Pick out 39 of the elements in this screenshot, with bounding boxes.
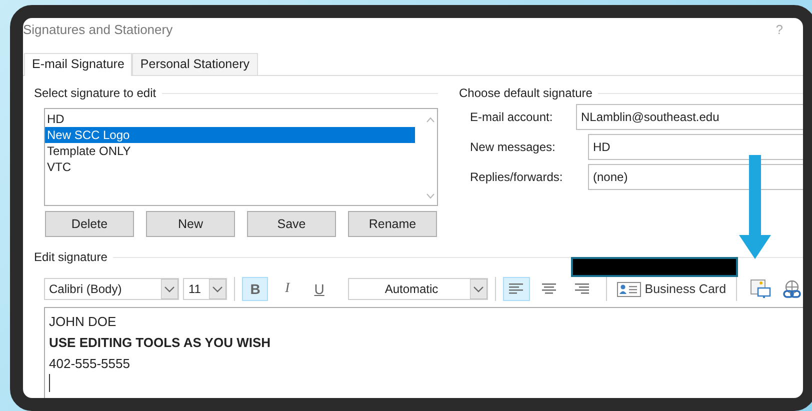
- signature-text: 402-555-5555: [49, 355, 131, 373]
- field-label: Replies/forwards:: [470, 170, 564, 184]
- field-label: E-mail account:: [470, 110, 554, 124]
- dialog-button[interactable]: Delete: [45, 211, 134, 237]
- chevron-down-icon: [470, 279, 487, 299]
- tab[interactable]: Personal Stationery: [132, 53, 258, 75]
- group-heading: Choose default signature: [459, 86, 592, 100]
- font-size-dropdown[interactable]: 11: [183, 278, 228, 300]
- signature-item[interactable]: Template ONLY: [45, 143, 423, 159]
- field-label: New messages:: [470, 140, 556, 154]
- window-title: Signatures and Stationery: [23, 22, 173, 36]
- format-button[interactable]: B: [242, 277, 268, 301]
- format-button[interactable]: I: [274, 277, 300, 301]
- dialog-button[interactable]: Rename: [348, 211, 437, 237]
- signature-editor[interactable]: JOHN DOE USE EDITING TOOLS AS YOU WISH 402-555-5555: [44, 307, 803, 398]
- dropdown-field[interactable]: NLamblin@southeast.edu: [576, 104, 803, 130]
- dialog-button[interactable]: New: [146, 211, 235, 237]
- business-card-button[interactable]: Business Card: [614, 282, 730, 296]
- signature-item[interactable]: New SCC Logo: [45, 127, 415, 143]
- hyperlink-icon[interactable]: [781, 279, 803, 299]
- signature-list[interactable]: HD New SCC Logo Template ONLY VTC: [44, 108, 438, 206]
- dialog-button[interactable]: Save: [247, 211, 336, 237]
- font-dropdown[interactable]: Calibri (Body): [44, 278, 180, 300]
- group-heading: Select signature to edit: [34, 86, 156, 100]
- group-heading: Edit signature: [34, 250, 108, 264]
- dropdown-field[interactable]: HD: [588, 134, 803, 160]
- signature-item[interactable]: VTC: [45, 159, 423, 175]
- format-button[interactable]: U: [306, 277, 332, 301]
- font-color-dropdown[interactable]: Automatic: [348, 278, 488, 300]
- tab[interactable]: E-mail Signature: [24, 53, 132, 76]
- signature-text: USE EDITING TOOLS AS YOU WISH: [49, 334, 272, 352]
- chevron-down-icon: [161, 279, 178, 299]
- signature-item[interactable]: HD: [45, 111, 423, 127]
- align-left-icon[interactable]: [502, 277, 530, 301]
- signature-text: JOHN DOE: [49, 313, 118, 331]
- insert-picture-icon[interactable]: [750, 279, 772, 299]
- contact-card-icon: [616, 282, 641, 296]
- chevron-down-icon: [209, 279, 226, 299]
- text-cursor: [49, 374, 50, 392]
